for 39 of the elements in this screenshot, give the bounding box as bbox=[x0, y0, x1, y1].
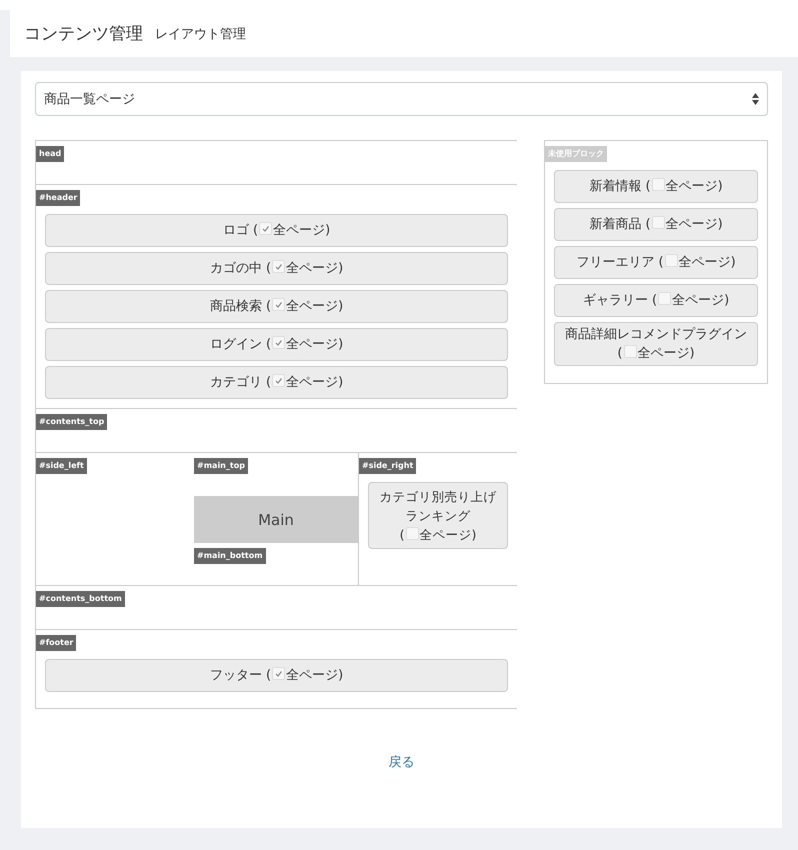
checkbox[interactable] bbox=[272, 260, 286, 273]
sort-arrows-icon bbox=[752, 93, 759, 105]
section-label: #header bbox=[36, 190, 80, 206]
section-label: #main_top bbox=[194, 458, 248, 474]
block-item[interactable]: カテゴリ別売り上げランキング ( 全ページ) bbox=[368, 482, 508, 549]
block-item[interactable]: フリーエリア ( 全ページ) bbox=[554, 246, 758, 279]
checkbox[interactable] bbox=[624, 345, 636, 358]
block-item[interactable]: 商品検索 ( 全ページ) bbox=[45, 290, 508, 323]
block-item[interactable]: ギャラリー ( 全ページ) bbox=[554, 284, 758, 317]
section-label: #side_left bbox=[36, 458, 87, 474]
section-label: #contents_bottom bbox=[36, 591, 125, 607]
section-label: #side_right bbox=[359, 458, 416, 474]
block-item[interactable]: カゴの中 ( 全ページ) bbox=[45, 252, 508, 285]
block-item[interactable]: 商品詳細レコメンドプラグイン ( 全ページ) bbox=[554, 322, 758, 366]
block-item[interactable]: ログイン ( 全ページ) bbox=[45, 328, 508, 361]
checkbox[interactable] bbox=[406, 527, 418, 540]
checkbox[interactable] bbox=[259, 222, 272, 235]
checkbox[interactable] bbox=[658, 292, 672, 305]
block-item[interactable]: 新着情報 ( 全ページ) bbox=[554, 170, 758, 203]
section-label: head bbox=[36, 146, 64, 162]
main-area: Main bbox=[194, 496, 358, 543]
block-item[interactable]: 新着商品 ( 全ページ) bbox=[554, 208, 758, 241]
checkbox[interactable] bbox=[652, 178, 665, 191]
page-subtitle: レイアウト管理 bbox=[155, 26, 246, 42]
page-select[interactable]: 商品一覧ページ bbox=[35, 82, 768, 116]
checkbox[interactable] bbox=[272, 374, 286, 387]
section-label: #main_bottom bbox=[194, 548, 266, 564]
section-label: #footer bbox=[36, 635, 76, 651]
block-item[interactable]: ロゴ ( 全ページ) bbox=[45, 214, 508, 247]
checkbox[interactable] bbox=[272, 336, 286, 349]
checkbox[interactable] bbox=[652, 216, 665, 229]
block-item[interactable]: フッター ( 全ページ) bbox=[45, 659, 508, 692]
checkbox[interactable] bbox=[664, 254, 678, 267]
checkbox[interactable] bbox=[272, 667, 286, 680]
checkbox[interactable] bbox=[272, 298, 286, 311]
block-item[interactable]: カテゴリ ( 全ページ) bbox=[45, 366, 508, 399]
page-title: コンテンツ管理 bbox=[24, 23, 143, 45]
section-label: #contents_top bbox=[36, 414, 108, 430]
back-link[interactable]: 戻る bbox=[388, 753, 414, 771]
